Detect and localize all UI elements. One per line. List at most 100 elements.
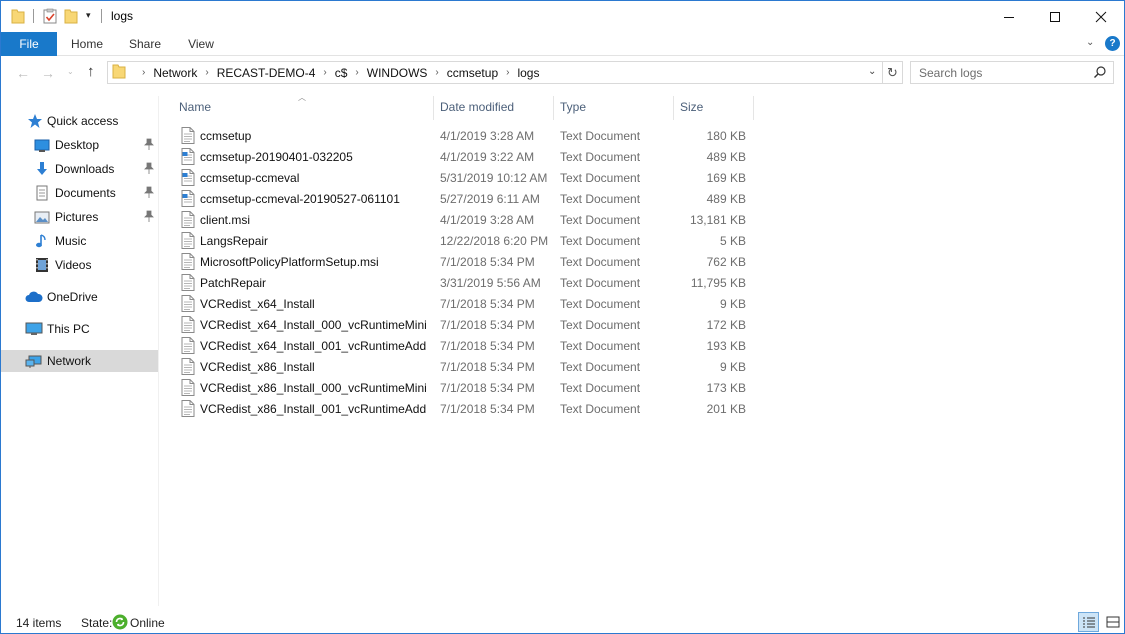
refresh-icon: ↻ [887,65,898,80]
file-row[interactable]: LangsRepair 12/22/2018 6:20 PM Text Docume… [178,230,758,251]
forward-arrow-icon[interactable]: → [41,65,55,81]
large-icons-view-icon [1106,616,1119,628]
chevron-right-icon[interactable]: › [435,67,438,78]
chevron-right-icon[interactable]: › [323,67,326,78]
column-header-name[interactable]: Name [173,96,434,120]
breadcrumb-logs[interactable]: logs [517,66,539,80]
sidebar-item-label: Desktop [55,138,100,152]
file-name: VCRedist_x64_Install [200,297,315,311]
address-bar[interactable]: › Network › RECAST-DEMO-4 › c$ › WINDOWS… [107,61,883,84]
file-row[interactable]: VCRedist_x64_Install_000_vcRuntimeMini..… [178,314,758,335]
close-button[interactable] [1078,1,1124,32]
file-row[interactable]: VCRedist_x64_Install_001_vcRuntimeAddi..… [178,335,758,356]
sidebar-item-videos[interactable]: Videos [1,254,158,276]
chevron-right-icon[interactable]: › [142,67,145,78]
minimize-icon [1004,16,1014,18]
film-icon [34,257,50,273]
navigation-pane: Quick access Desktop Downloads Documents… [1,96,159,606]
breadcrumb-share[interactable]: c$ [335,66,348,80]
sidebar-item-quick-access[interactable]: Quick access [1,110,158,132]
sidebar-item-downloads[interactable]: Downloads [1,158,158,180]
customize-quick-access-icon[interactable]: ▾ [86,10,91,21]
file-type: Text Document [560,402,641,416]
file-name: client.msi [200,213,251,227]
help-icon[interactable]: ? [1105,36,1120,51]
file-row[interactable]: ccmsetup-ccmeval 5/31/2019 10:12 AM Text D… [178,167,758,188]
pictures-icon [34,209,50,225]
chevron-right-icon[interactable]: › [205,67,208,78]
sidebar-item-network[interactable]: Network [1,350,158,372]
file-size: 172 KB [706,318,746,332]
recent-locations-icon[interactable]: ⌄ [67,67,74,76]
pin-icon[interactable] [144,162,154,177]
file-date-modified: 7/1/2018 5:34 PM [440,360,535,374]
file-size: 180 KB [706,129,746,143]
file-size: 201 KB [706,402,746,416]
file-size: 489 KB [706,192,746,206]
file-row[interactable]: ccmsetup-ccmeval-20190527-061101 5/27/201… [178,188,758,209]
folder-icon[interactable] [11,8,25,27]
sidebar-item-onedrive[interactable]: OneDrive [1,286,158,308]
pin-icon[interactable] [144,186,154,201]
chevron-right-icon[interactable]: › [355,67,358,78]
maximize-button[interactable] [1032,1,1078,32]
file-row[interactable]: client.msi 4/1/2019 3:28 AM Text Document 1… [178,209,758,230]
sync-online-icon [112,614,128,633]
column-header-type[interactable]: Type [554,96,674,120]
address-history-icon[interactable]: ⌄ [868,66,876,77]
file-name: VCRedist_x86_Install_000_vcRuntimeMini..… [200,381,426,395]
minimize-button[interactable] [986,1,1032,32]
breadcrumb-network[interactable]: Network [153,66,197,80]
text-file-icon [181,379,195,396]
large-icons-view-button[interactable] [1102,612,1123,632]
log-file-icon [181,148,195,165]
documents-icon [34,185,50,201]
expand-ribbon-icon[interactable]: ⌄ [1086,37,1094,48]
column-header-date-modified[interactable]: Date modified [434,96,554,120]
file-date-modified: 5/31/2019 10:12 AM [440,171,548,185]
properties-icon[interactable] [42,8,58,27]
file-row[interactable]: VCRedist_x86_Install 7/1/2018 5:34 PM Text… [178,356,758,377]
breadcrumb-host[interactable]: RECAST-DEMO-4 [217,66,316,80]
file-size: 173 KB [706,381,746,395]
refresh-button[interactable]: ↻ [883,61,903,84]
file-size: 169 KB [706,171,746,185]
pin-icon[interactable] [144,210,154,225]
sidebar-item-desktop[interactable]: Desktop [1,134,158,156]
file-type: Text Document [560,339,641,353]
tab-share[interactable]: Share [122,32,168,56]
details-view-button[interactable] [1078,612,1099,632]
file-row[interactable]: ccmsetup 4/1/2019 3:28 AM Text Document 180… [178,125,758,146]
file-row[interactable]: MicrosoftPolicyPlatformSetup.msi 7/1/2018… [178,251,758,272]
sidebar-item-music[interactable]: Music [1,230,158,252]
back-arrow-icon[interactable]: ← [16,65,30,81]
sidebar-item-label: Documents [55,186,116,200]
file-row[interactable]: ccmsetup-20190401-032205 4/1/2019 3:22 AM… [178,146,758,167]
search-icon[interactable] [1093,65,1107,82]
tab-home[interactable]: Home [62,32,112,56]
sidebar-item-this-pc[interactable]: This PC [1,318,158,340]
column-header-size[interactable]: Size [674,96,754,120]
file-date-modified: 4/1/2019 3:22 AM [440,150,535,164]
file-row[interactable]: VCRedist_x64_Install 7/1/2018 5:34 PM Text… [178,293,758,314]
breadcrumb-ccmsetup[interactable]: ccmsetup [447,66,498,80]
up-arrow-icon[interactable]: ↑ [87,63,95,80]
tab-file[interactable]: File [1,32,57,56]
pin-icon[interactable] [144,138,154,153]
window-title: logs [111,9,134,23]
sidebar-item-documents[interactable]: Documents [1,182,158,204]
file-row[interactable]: VCRedist_x86_Install_001_vcRuntimeAddi..… [178,398,758,419]
file-row[interactable]: VCRedist_x86_Install_000_vcRuntimeMini..… [178,377,758,398]
cloud-icon [25,289,43,305]
chevron-right-icon[interactable]: › [506,67,509,78]
tab-view[interactable]: View [179,32,223,56]
search-input[interactable] [911,62,1091,83]
file-name: VCRedist_x86_Install_001_vcRuntimeAddi..… [200,402,426,416]
file-row[interactable]: PatchRepair 3/31/2019 5:56 AM Text Documen… [178,272,758,293]
log-file-icon [181,169,195,186]
sidebar-item-label: OneDrive [47,290,98,304]
sidebar-item-pictures[interactable]: Pictures [1,206,158,228]
file-date-modified: 12/22/2018 6:20 PM [440,234,549,248]
new-folder-icon[interactable] [64,8,78,27]
breadcrumb-windows[interactable]: WINDOWS [367,66,428,80]
